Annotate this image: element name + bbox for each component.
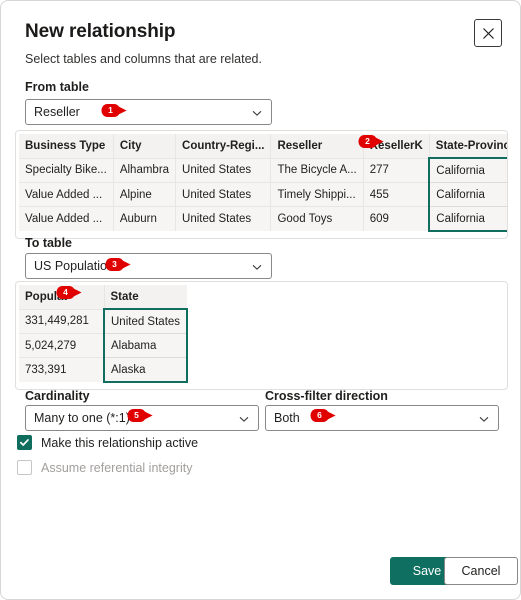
assume-referential-integrity-label: Assume referential integrity <box>41 460 193 475</box>
table-cell[interactable]: Value Added ... <box>19 206 114 231</box>
table-cell[interactable]: Auburn <box>113 206 177 231</box>
table-row[interactable]: 331,449,281 United States <box>19 308 189 334</box>
table-cell[interactable]: California <box>428 206 507 232</box>
table-header-row: Populat State <box>19 285 188 310</box>
make-relationship-active-checkbox[interactable]: Make this relationship active <box>17 435 198 450</box>
chevron-down-icon <box>238 412 250 424</box>
table-cell[interactable]: Timely Shippi... <box>270 182 364 207</box>
cancel-button[interactable]: Cancel <box>444 557 518 585</box>
table-cell[interactable]: 609 <box>363 206 430 231</box>
from-table: Business Type City Country-Regi... Reseller… <box>19 134 507 232</box>
chevron-down-icon <box>478 412 490 424</box>
to-table: Populat State 331,449,281 United States 5,0… <box>19 285 189 383</box>
table-row[interactable]: 733,391 Alaska <box>19 357 189 383</box>
table-header-row: Business Type City Country-Regi... Reseller… <box>19 134 507 159</box>
new-relationship-dialog: New relationship Select tables and colum… <box>0 0 521 600</box>
column-header-city[interactable]: City <box>113 134 177 159</box>
column-header-reseller[interactable]: Reseller <box>270 134 364 159</box>
column-header-state-province[interactable]: State-Province <box>429 134 507 159</box>
close-button[interactable] <box>474 19 502 47</box>
table-cell[interactable]: 277 <box>363 158 430 183</box>
table-cell[interactable]: California <box>428 182 507 207</box>
table-row[interactable]: 5,024,279 Alabama <box>19 333 189 358</box>
cardinality-dropdown-value: Many to one (*:1) <box>34 411 130 425</box>
table-cell[interactable]: Good Toys <box>270 206 364 231</box>
column-header-populat[interactable]: Populat <box>19 285 105 310</box>
cardinality-dropdown[interactable]: Many to one (*:1) <box>25 405 259 431</box>
column-header-business-type[interactable]: Business Type <box>19 134 114 159</box>
from-table-preview-grid[interactable]: Business Type City Country-Regi... Reseller… <box>15 130 508 239</box>
cross-filter-direction-label: Cross-filter direction <box>265 389 388 403</box>
column-header-resellerk[interactable]: ResellerK <box>363 134 430 159</box>
table-cell[interactable]: California <box>428 157 507 183</box>
chevron-down-icon <box>251 106 263 118</box>
to-table-preview-grid[interactable]: Populat State 331,449,281 United States 5,0… <box>15 281 508 390</box>
table-cell[interactable]: 455 <box>363 182 430 207</box>
table-cell[interactable]: United States <box>175 206 272 231</box>
cardinality-label: Cardinality <box>25 389 90 403</box>
table-cell[interactable]: 733,391 <box>19 357 105 382</box>
assume-referential-integrity-checkbox[interactable]: Assume referential integrity <box>17 460 192 475</box>
table-cell[interactable]: 331,449,281 <box>19 309 105 334</box>
table-cell[interactable]: United States <box>175 158 272 183</box>
table-cell[interactable]: Alabama <box>102 333 189 358</box>
dialog-header: New relationship Select tables and colum… <box>25 19 496 68</box>
make-relationship-active-label: Make this relationship active <box>41 435 199 450</box>
cross-filter-direction-dropdown-value: Both <box>274 411 300 425</box>
table-cell[interactable]: United States <box>102 308 189 334</box>
dialog-subtitle: Select tables and columns that are relat… <box>25 52 262 66</box>
checkbox-checked-icon <box>17 435 32 450</box>
page-title: New relationship <box>25 21 176 42</box>
table-cell[interactable]: Specialty Bike... <box>19 158 114 183</box>
from-table-dropdown[interactable]: Reseller <box>25 99 272 125</box>
table-cell[interactable]: Alhambra <box>113 158 177 183</box>
to-table-dropdown-value: US Population <box>34 259 114 273</box>
cross-filter-direction-dropdown[interactable]: Both <box>265 405 499 431</box>
table-cell[interactable]: The Bicycle A... <box>270 158 364 183</box>
table-row[interactable]: Value Added ... Auburn United States Good T… <box>19 206 507 232</box>
table-cell[interactable]: United States <box>175 182 272 207</box>
table-row[interactable]: Value Added ... Alpine United States Timely… <box>19 182 507 207</box>
table-cell[interactable]: Alaska <box>102 357 189 383</box>
to-table-label: To table <box>25 236 72 250</box>
from-table-dropdown-value: Reseller <box>34 105 80 119</box>
from-table-label: From table <box>25 80 89 94</box>
table-cell[interactable]: 5,024,279 <box>19 333 105 358</box>
chevron-down-icon <box>251 260 263 272</box>
column-header-state[interactable]: State <box>104 285 188 310</box>
checkbox-unchecked-icon <box>17 460 32 475</box>
close-icon <box>482 27 495 40</box>
table-cell[interactable]: Alpine <box>113 182 177 207</box>
to-table-dropdown[interactable]: US Population <box>25 253 272 279</box>
column-header-country-regi[interactable]: Country-Regi... <box>175 134 272 159</box>
table-cell[interactable]: Value Added ... <box>19 182 114 207</box>
table-row[interactable]: Specialty Bike... Alhambra United States Th… <box>19 157 507 183</box>
